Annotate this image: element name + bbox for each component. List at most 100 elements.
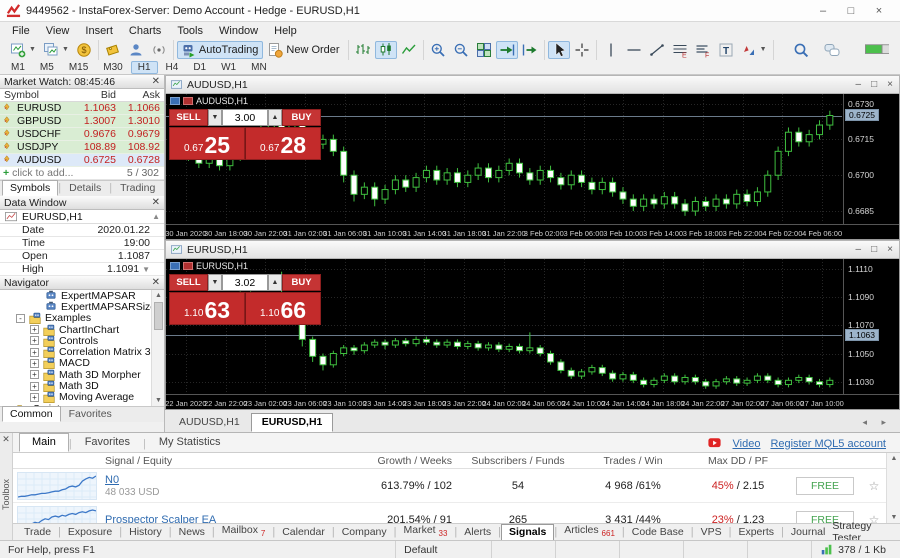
volume-increase-button[interactable]: ▲ xyxy=(268,109,282,126)
chart-tab-audusd-h1[interactable]: AUDUSD,H1 xyxy=(168,413,251,432)
video-link[interactable]: Video xyxy=(733,438,761,450)
toolbox-tab-exposure[interactable]: Exposure xyxy=(61,525,119,540)
toolbox-tab-signals[interactable]: Signals xyxy=(501,524,554,541)
signals-scrollbar[interactable]: ▲ ▼ xyxy=(886,453,900,523)
trendline-button[interactable] xyxy=(646,41,668,59)
expand-icon[interactable]: + xyxy=(30,325,39,334)
tile-windows-button[interactable] xyxy=(473,41,495,59)
toolbox-tab-alerts[interactable]: Alerts xyxy=(457,525,498,540)
navigator-tab-favorites[interactable]: Favorites xyxy=(61,406,120,422)
timeframe-h4[interactable]: H4 xyxy=(159,61,186,74)
connection-button[interactable] xyxy=(852,41,892,59)
chart-canvas[interactable]: 1.11101.10901.10701.10501.10301.106322 J… xyxy=(165,259,900,410)
signals-tab-my-statistics[interactable]: My Statistics xyxy=(146,433,234,452)
buy-price-box[interactable]: 1.1066 xyxy=(245,292,321,325)
zoom-in-button[interactable] xyxy=(427,41,449,59)
chart-minimize-button[interactable]: – xyxy=(856,244,862,255)
chart-canvas[interactable]: 0.67300.67150.67000.66850.672530 Jan 202… xyxy=(165,94,900,240)
expand-icon[interactable]: + xyxy=(30,348,39,357)
timeframe-m1[interactable]: M1 xyxy=(4,61,32,74)
minimize-button[interactable]: – xyxy=(816,5,830,17)
volume-increase-button[interactable]: ▲ xyxy=(268,274,282,291)
market-watch-row-audusd[interactable]: AUDUSD0.67250.6728 xyxy=(0,154,164,167)
chart-shift-button[interactable] xyxy=(519,41,541,59)
volume-decrease-button[interactable]: ▼ xyxy=(208,109,222,126)
market-watch-toggle-button[interactable] xyxy=(102,41,124,59)
price-axis[interactable]: 1.11101.10901.10701.10501.10301.1063 xyxy=(843,259,899,394)
scroll-up-icon[interactable]: ▲ xyxy=(152,212,164,221)
navigator-item-math-3d-morpher[interactable]: +Math 3D Morpher xyxy=(0,369,164,380)
column-header-bid[interactable]: Bid xyxy=(76,89,120,101)
crosshair-button[interactable] xyxy=(571,41,593,59)
timeframe-m5[interactable]: M5 xyxy=(33,61,61,74)
market-watch-row-usdchf[interactable]: USDCHF0.96760.9679 xyxy=(0,128,164,141)
market-watch-row-usdjpy[interactable]: USDJPY108.89108.92 xyxy=(0,141,164,154)
new-chart-button[interactable]: ▼ xyxy=(7,41,39,59)
signals-tab-favorites[interactable]: Favorites xyxy=(72,433,143,452)
timeframe-d1[interactable]: D1 xyxy=(186,61,213,74)
timeframe-w1[interactable]: W1 xyxy=(214,61,243,74)
toolbox-tab-calendar[interactable]: Calendar xyxy=(275,525,332,540)
scroll-down-icon[interactable]: ▼ xyxy=(152,395,164,406)
signals-column-growth-weeks[interactable]: Growth / Weeks xyxy=(343,455,458,467)
fibonacci-button[interactable]: E xyxy=(669,41,691,59)
chart-restore-button[interactable]: □ xyxy=(871,244,877,255)
expand-icon[interactable]: + xyxy=(30,370,39,379)
timeframe-m30[interactable]: M30 xyxy=(96,61,129,74)
timeframe-mn[interactable]: MN xyxy=(244,61,274,74)
menu-tools[interactable]: Tools xyxy=(169,24,211,38)
chart-window-titlebar[interactable]: EURUSD,H1–□× xyxy=(165,240,900,259)
expand-icon[interactable]: + xyxy=(30,393,39,402)
data-window-toggle-button[interactable] xyxy=(125,41,147,59)
price-axis[interactable]: 0.67300.67150.67000.66850.6725 xyxy=(843,94,899,224)
buy-button[interactable]: BUY xyxy=(282,109,321,126)
signals-column-max-dd-pf[interactable]: Max DD / PF xyxy=(688,455,788,467)
signal-name-link[interactable]: N0 xyxy=(105,474,119,486)
volume-decrease-button[interactable]: ▼ xyxy=(208,274,222,291)
line-chart-button[interactable] xyxy=(398,41,420,59)
market-watch-row-gbpusd[interactable]: GBPUSD1.30071.3010 xyxy=(0,115,164,128)
market-watch-row-eurusd[interactable]: EURUSD1.10631.1066 xyxy=(0,102,164,115)
column-header-ask[interactable]: Ask xyxy=(120,89,164,101)
signal-name-link[interactable]: Prospector Scalper EA xyxy=(105,514,216,524)
autotrading-button[interactable]: AutoTrading xyxy=(177,41,264,59)
toolbox-tab-history[interactable]: History xyxy=(122,525,169,540)
timeframe-m15[interactable]: M15 xyxy=(62,61,95,74)
sell-button[interactable]: SELL xyxy=(169,274,208,291)
navigator-tab-common[interactable]: Common xyxy=(2,406,61,422)
vertical-line-button[interactable] xyxy=(600,41,622,59)
close-button[interactable]: × xyxy=(872,5,886,17)
toolbox-close-icon[interactable]: ✕ xyxy=(0,433,12,445)
navigator-item-chartinchart[interactable]: +ChartInChart xyxy=(0,324,164,335)
chart-close-button[interactable]: × xyxy=(887,244,893,255)
toolbox-tab-mailbox[interactable]: Mailbox 7 xyxy=(215,523,273,540)
toolbox-tab-company[interactable]: Company xyxy=(335,525,394,540)
arrows-tool-button[interactable]: ▼ xyxy=(738,41,770,59)
navigator-item-examples[interactable]: -Examples xyxy=(0,313,164,324)
column-header-symbol[interactable]: Symbol xyxy=(0,89,76,101)
market-watch-add-row[interactable]: +click to add...5 / 302 xyxy=(0,167,164,180)
profiles-button[interactable]: ▼ xyxy=(40,41,72,59)
signals-tab-main[interactable]: Main xyxy=(19,433,69,452)
menu-charts[interactable]: Charts xyxy=(121,24,169,38)
menu-view[interactable]: View xyxy=(38,24,78,38)
volume-input[interactable]: 3.02 xyxy=(222,274,268,291)
expand-icon[interactable]: + xyxy=(30,336,39,345)
text-tool-button[interactable]: T xyxy=(715,41,737,59)
bars-chart-button[interactable] xyxy=(352,41,374,59)
chart-window-titlebar[interactable]: AUDUSD,H1–□× xyxy=(165,75,900,94)
chart-tab-eurusd-h1[interactable]: EURUSD,H1 xyxy=(251,413,334,432)
toolbox-tab-market[interactable]: Market 33 xyxy=(397,523,455,540)
sell-price-box[interactable]: 0.6725 xyxy=(169,127,245,160)
scroll-down-icon[interactable]: ▼ xyxy=(142,265,150,274)
signals-column-signal-equity[interactable]: Signal / Equity xyxy=(99,455,343,467)
scroll-up-icon[interactable]: ▲ xyxy=(887,453,900,464)
status-profile[interactable]: Default xyxy=(396,541,492,558)
time-axis[interactable]: 22 Jan 202022 Jan 22:0023 Jan 02:0023 Ja… xyxy=(166,394,899,409)
lines-style-button[interactable]: F xyxy=(692,41,714,59)
toolbox-tab-news[interactable]: News xyxy=(172,525,212,540)
market-watch-tab-details[interactable]: Details xyxy=(61,180,109,196)
new-order-button[interactable]: New Order xyxy=(264,41,344,59)
volume-input[interactable]: 3.00 xyxy=(222,109,268,126)
menu-help[interactable]: Help xyxy=(266,24,305,38)
